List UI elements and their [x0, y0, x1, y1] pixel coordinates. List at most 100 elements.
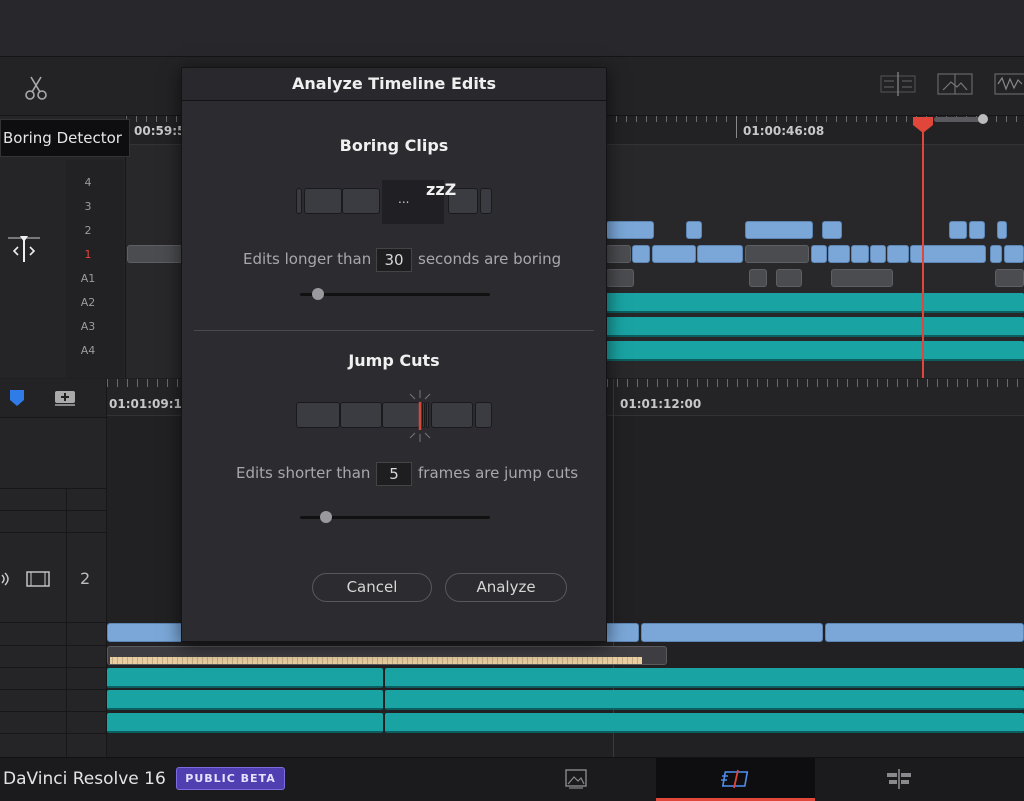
clip-blue[interactable]	[870, 245, 886, 263]
zoom-slider-knob[interactable]	[978, 114, 988, 124]
clip-gray[interactable]	[749, 269, 767, 287]
mini-clip	[480, 188, 492, 214]
clip-gray[interactable]	[606, 245, 631, 263]
jump-cut-spark-icon	[409, 390, 431, 442]
jump-frames-input[interactable]: 5	[376, 462, 412, 486]
boring-slider[interactable]	[300, 293, 490, 296]
divider	[0, 733, 106, 734]
divider	[0, 510, 106, 511]
boring-suffix: seconds are boring	[418, 250, 562, 268]
speaker-icon[interactable]	[0, 570, 12, 588]
jump-cuts-illustration	[296, 390, 492, 442]
marker-icon[interactable]	[9, 389, 25, 407]
divider	[0, 711, 106, 712]
app-name: DaVinci Resolve 16	[3, 769, 166, 789]
clip-blue[interactable]	[652, 245, 696, 263]
jump-prefix: Edits shorter than	[236, 464, 371, 482]
film-icon[interactable]	[26, 570, 50, 588]
clip-blue[interactable]	[990, 245, 1002, 263]
lower-timecode-right: 01:01:12:00	[620, 397, 702, 411]
waveform-icon[interactable]	[994, 72, 1024, 96]
cancel-button[interactable]: Cancel	[312, 573, 432, 602]
trim-tool-icon[interactable]	[6, 234, 42, 264]
clip-gray[interactable]	[776, 269, 802, 287]
audio-clip[interactable]	[385, 713, 1024, 733]
audio-clip[interactable]	[107, 690, 383, 710]
clip-blue[interactable]	[686, 221, 702, 239]
audio-clip[interactable]	[606, 341, 1024, 361]
clip-blue[interactable]	[606, 221, 654, 239]
track-label-v4: 4	[84, 176, 92, 189]
zzz-icon: zzZ	[426, 180, 457, 199]
track-label-a4: A4	[80, 344, 96, 357]
playhead-icon[interactable]	[912, 116, 934, 134]
divider	[0, 488, 106, 489]
clip-blue[interactable]	[745, 221, 813, 239]
audio-clip[interactable]	[606, 317, 1024, 337]
clip-gray[interactable]	[745, 245, 809, 263]
status-bar: DaVinci Resolve 16	[0, 757, 1024, 801]
edit-page-icon[interactable]	[884, 768, 914, 790]
lower-timecode-left: 01:01:09:16	[109, 397, 191, 411]
timeline-view-icon[interactable]	[880, 72, 916, 96]
cut-page-tab[interactable]	[656, 758, 815, 801]
public-beta-badge: PUBLIC BETA	[176, 767, 285, 790]
clip-gray[interactable]	[127, 245, 183, 263]
clip-blue[interactable]	[969, 221, 985, 239]
divider	[66, 488, 67, 758]
audio-clip[interactable]	[606, 293, 1024, 313]
mini-clip	[296, 402, 340, 428]
audio-clip[interactable]	[385, 668, 1024, 688]
dialog-title: Analyze Timeline Edits	[182, 68, 606, 101]
upper-timecode-right: 01:00:46:08	[743, 124, 825, 138]
cut-page-icon	[721, 769, 749, 789]
track-label-a2: A2	[80, 296, 96, 309]
audio-clip[interactable]	[385, 690, 1024, 710]
clip-blue[interactable]	[887, 245, 909, 263]
track-label-a3: A3	[80, 320, 96, 333]
divider	[0, 689, 106, 690]
track-label-v1[interactable]: 1	[78, 248, 98, 261]
lower-track-headers	[0, 379, 107, 757]
track-label-v3: 3	[84, 200, 92, 213]
clip-gray[interactable]	[831, 269, 893, 287]
audio-waveform-clip[interactable]	[107, 646, 667, 665]
boring-clips-illustration: ... zzZ	[296, 180, 492, 224]
add-track-icon[interactable]	[54, 389, 76, 407]
clip-blue[interactable]	[828, 245, 850, 263]
clip-gray[interactable]	[995, 269, 1024, 287]
jump-suffix: frames are jump cuts	[418, 464, 579, 482]
clip-blue[interactable]	[811, 245, 827, 263]
media-page-icon[interactable]	[564, 768, 588, 790]
clip-blue[interactable]	[997, 221, 1007, 239]
clip-gray[interactable]	[606, 269, 634, 287]
waveform-icon	[110, 657, 642, 664]
jump-slider-knob[interactable]	[320, 511, 332, 523]
mini-clip	[475, 402, 492, 428]
jump-cuts-title: Jump Cuts	[348, 351, 440, 370]
clip-blue[interactable]	[697, 245, 743, 263]
boring-seconds-input[interactable]: 30	[376, 248, 412, 272]
boring-row: Edits longer than 30 seconds are boring	[182, 246, 606, 274]
track-label-a1: A1	[80, 272, 96, 285]
clip-blue[interactable]	[949, 221, 967, 239]
clip-blue[interactable]	[1004, 245, 1024, 263]
boring-slider-knob[interactable]	[312, 288, 324, 300]
scissors-icon[interactable]	[24, 75, 48, 101]
clip-blue[interactable]	[822, 221, 842, 239]
clip-blue[interactable]	[632, 245, 650, 263]
boring-clips-title: Boring Clips	[339, 136, 449, 155]
divider	[0, 622, 106, 623]
mini-clip	[431, 402, 473, 428]
viewer-icon[interactable]	[937, 72, 973, 96]
clip-blue[interactable]	[825, 623, 1024, 642]
clip-blue[interactable]	[641, 623, 823, 642]
analyze-button[interactable]: Analyze	[445, 573, 567, 602]
audio-clip[interactable]	[107, 713, 383, 733]
audio-clip[interactable]	[107, 668, 383, 688]
divider	[0, 645, 106, 646]
playhead-line	[922, 128, 924, 378]
clip-blue[interactable]	[851, 245, 869, 263]
divider	[0, 667, 106, 668]
divider	[0, 532, 106, 533]
